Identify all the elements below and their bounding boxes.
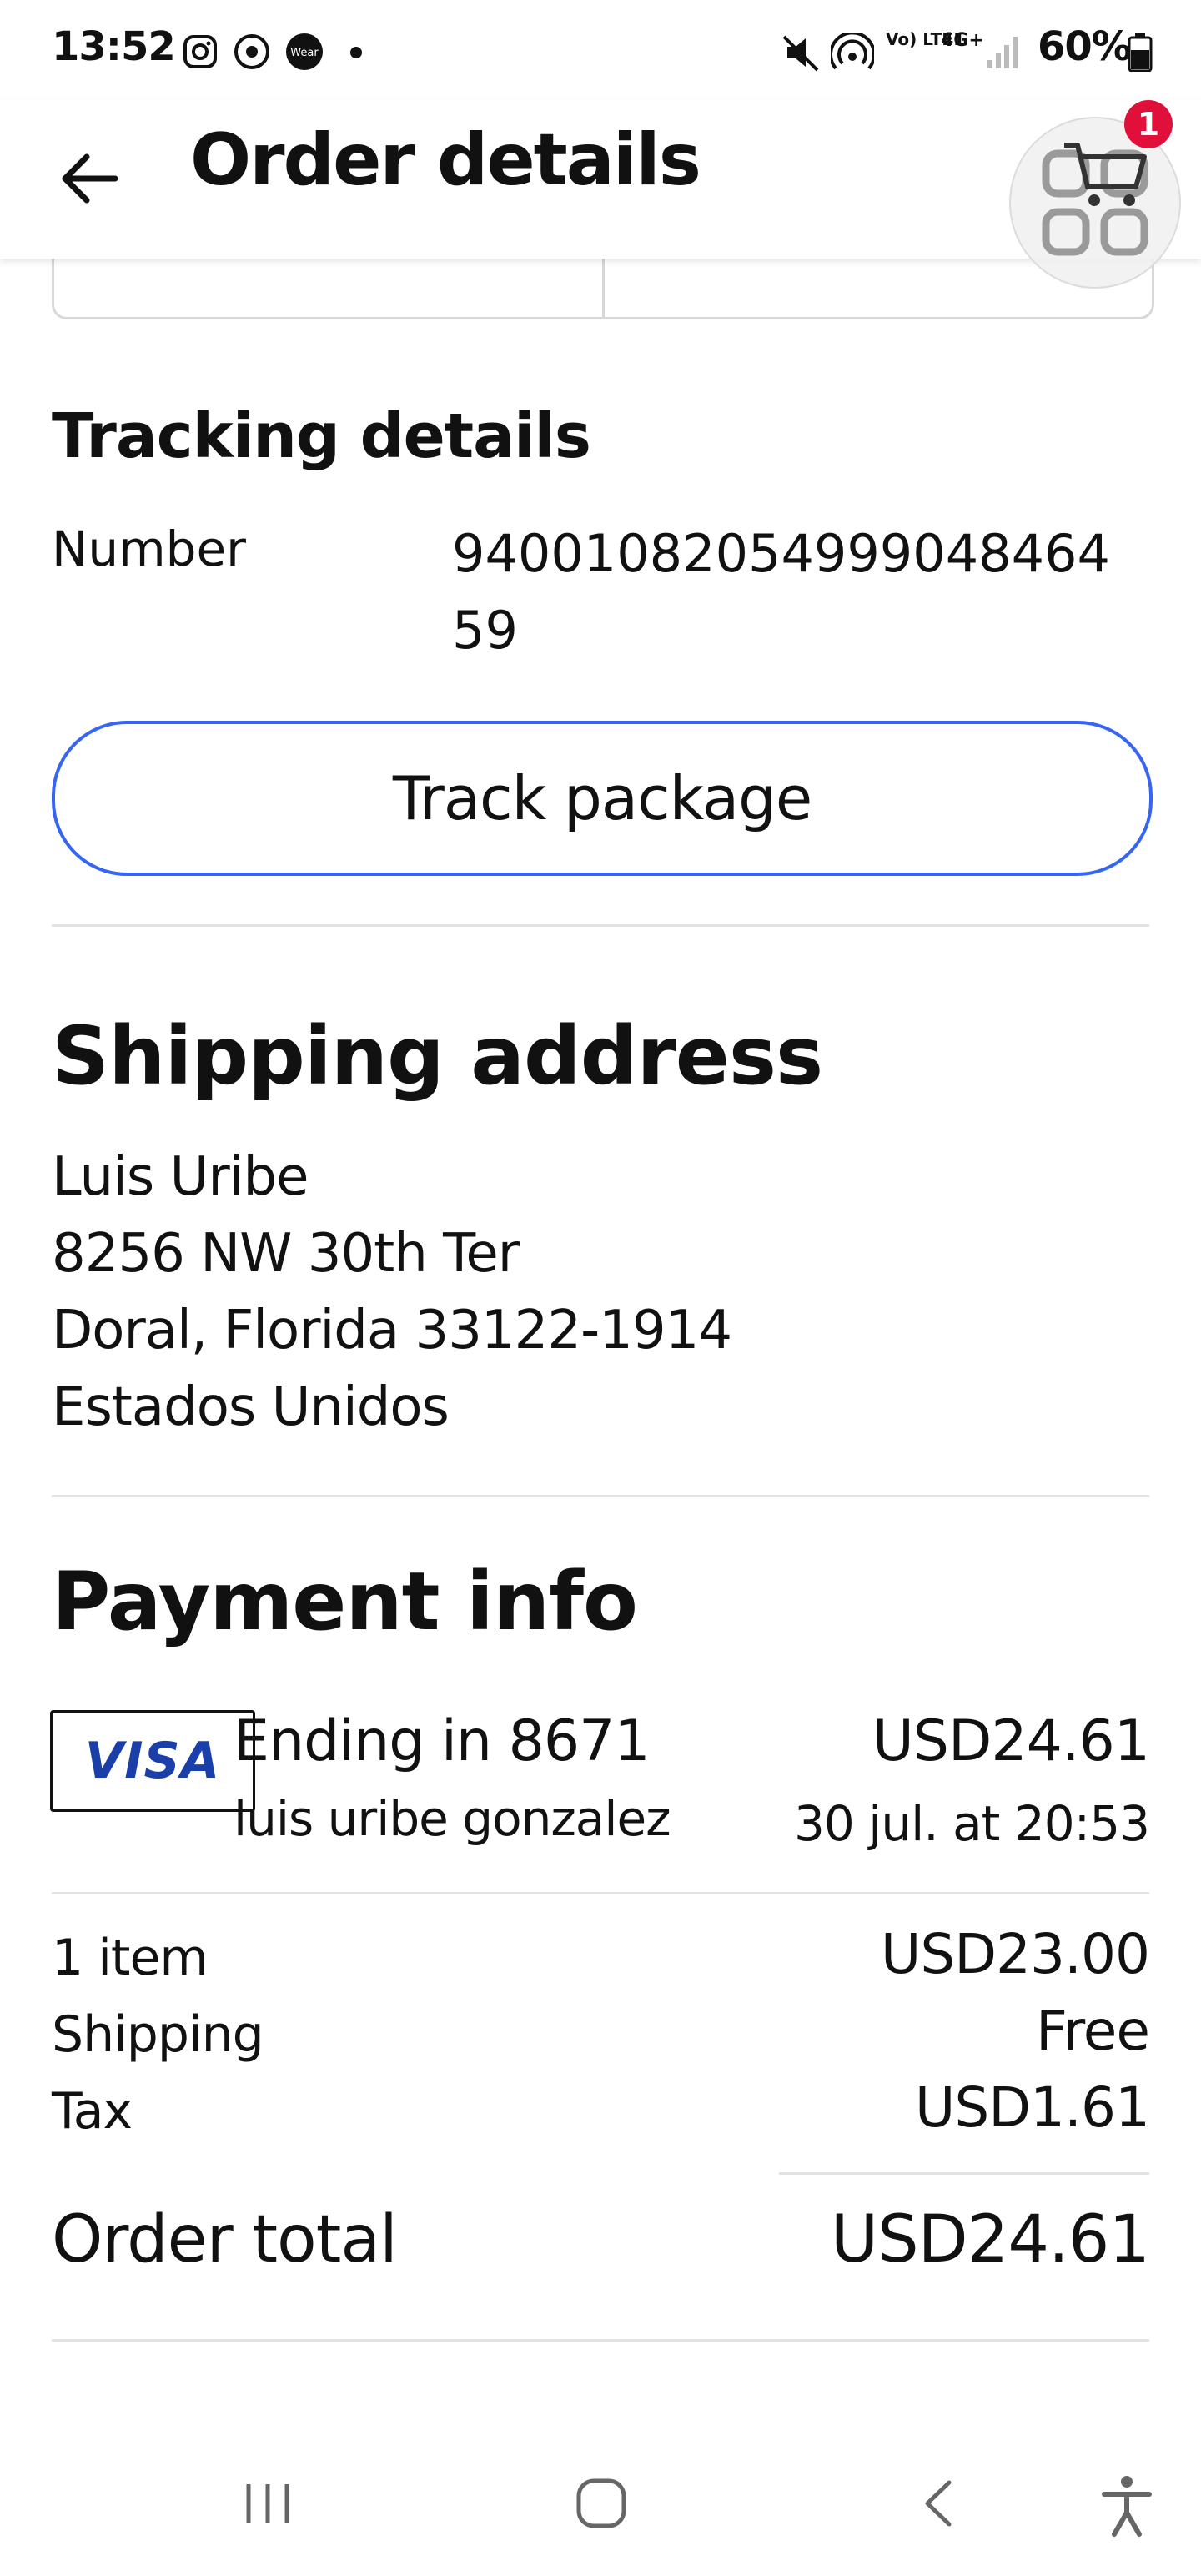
summary-item-label: 1 item — [52, 1929, 209, 1987]
back-nav-icon[interactable] — [916, 2476, 962, 2531]
notification-dot — [350, 47, 362, 58]
total-divider — [779, 2172, 1149, 2175]
status-time: 13:52 — [52, 23, 176, 70]
accessibility-icon[interactable] — [1099, 2474, 1154, 2538]
home-icon[interactable] — [574, 2476, 629, 2531]
divider — [52, 2339, 1149, 2342]
address-line-1: Luis Uribe — [52, 1146, 309, 1208]
network-type: 4G+ — [941, 30, 984, 51]
system-nav-bar — [0, 2453, 1201, 2576]
instagram-icon — [183, 35, 217, 68]
chrome-icon — [234, 34, 269, 69]
divider — [52, 1892, 1149, 1894]
address-line-3: Doral, Florida 33122-1914 — [52, 1300, 732, 1361]
tracking-number-value: 94001082054999048464 59 — [452, 516, 1153, 669]
order-total-label: Order total — [52, 2202, 398, 2277]
app-header: Order details 1 — [0, 100, 1201, 289]
track-package-button[interactable]: Track package — [52, 721, 1153, 876]
address-line-2: 8256 NW 30th Ter — [52, 1223, 520, 1285]
payment-amount: USD24.61 — [872, 1708, 1150, 1774]
visa-logo-text: VISA — [84, 1732, 221, 1790]
summary-shipping-value: Free — [1035, 1999, 1150, 2063]
tracking-number-line-1: 94001082054999048464 — [452, 523, 1110, 584]
wear-icon: Wear — [286, 33, 323, 70]
summary-tax-value: USD1.61 — [915, 2075, 1150, 2140]
divider — [52, 1495, 1149, 1497]
page-title: Order details — [190, 118, 701, 202]
cart-count-badge: 1 — [1124, 100, 1173, 148]
battery-percent: 60% — [1038, 23, 1132, 70]
battery-icon — [1128, 33, 1153, 72]
card-holder: luis uribe gonzalez — [234, 1790, 671, 1847]
tracking-number-label: Number — [52, 521, 246, 577]
recent-apps-icon[interactable] — [239, 2478, 297, 2529]
address-line-4: Estados Unidos — [52, 1376, 450, 1438]
shipping-title: Shipping address — [52, 1009, 823, 1103]
mute-icon — [782, 35, 819, 72]
divider — [52, 924, 1149, 927]
signal-icon — [987, 37, 1018, 68]
cart-icon[interactable] — [1059, 137, 1151, 212]
summary-item-value: USD23.00 — [881, 1922, 1150, 1986]
card-ending: Ending in 8671 — [234, 1708, 651, 1774]
tracking-title: Tracking details — [52, 400, 591, 472]
svg-text:Wear: Wear — [290, 47, 319, 59]
summary-tax-label: Tax — [52, 2082, 133, 2141]
summary-shipping-label: Shipping — [52, 2005, 264, 2064]
status-bar: 13:52 Wear Vo) LTE1 4G+ 60% — [0, 0, 1201, 100]
tracking-number-line-2: 59 — [452, 600, 518, 661]
hotspot-icon — [831, 33, 874, 70]
payment-title: Payment info — [52, 1555, 638, 1648]
visa-card-logo: VISA — [50, 1710, 255, 1812]
order-total-value: USD24.61 — [831, 2202, 1150, 2277]
back-arrow-icon[interactable] — [55, 143, 125, 214]
payment-date: 30 jul. at 20:53 — [794, 1795, 1150, 1852]
